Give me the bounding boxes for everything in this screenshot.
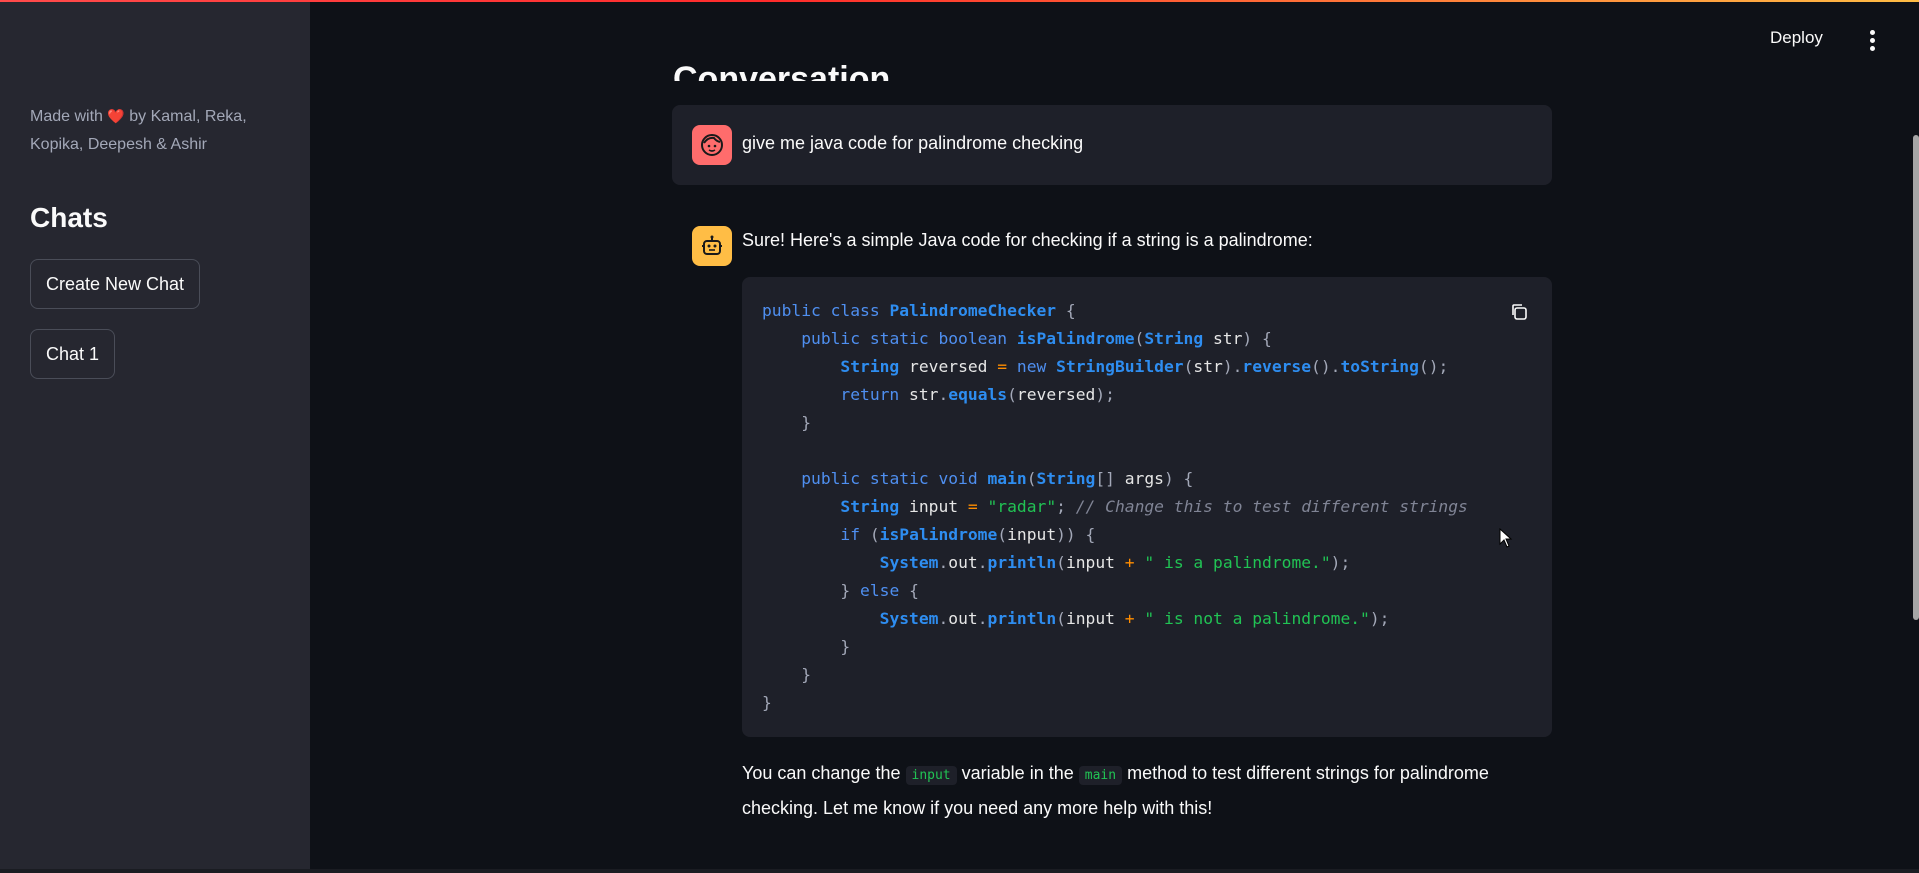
title-scroll-mask bbox=[620, 2, 1600, 60]
code-content: public class PalindromeChecker { public … bbox=[762, 301, 1468, 712]
code-block: public class PalindromeChecker { public … bbox=[742, 277, 1552, 737]
user-message-text: give me java code for palindrome checkin… bbox=[742, 133, 1084, 153]
bottom-border bbox=[0, 869, 1919, 873]
sidebar: Made with ❤️ by Kamal, Reka, Kopika, Dee… bbox=[0, 2, 310, 873]
user-message: give me java code for palindrome checkin… bbox=[672, 105, 1552, 185]
made-with-prefix: Made with bbox=[30, 108, 103, 125]
made-with-credits: Made with ❤️ by Kamal, Reka, Kopika, Dee… bbox=[30, 102, 290, 159]
outro-part-1: You can change the bbox=[742, 763, 901, 783]
inline-code-input: input bbox=[905, 766, 957, 785]
assistant-intro-text: Sure! Here's a simple Java code for chec… bbox=[742, 230, 1313, 250]
inline-code-main: main bbox=[1078, 766, 1123, 785]
assistant-outro-text: You can change the input variable in the… bbox=[742, 757, 1562, 825]
outro-part-2: variable in the bbox=[961, 763, 1074, 783]
user-face-icon bbox=[692, 125, 732, 165]
chat-1-button[interactable]: Chat 1 bbox=[30, 329, 116, 379]
robot-icon bbox=[692, 226, 732, 266]
copy-icon[interactable] bbox=[1509, 302, 1529, 322]
more-vert-icon[interactable] bbox=[1862, 30, 1882, 56]
vertical-scrollbar[interactable] bbox=[1913, 135, 1919, 620]
top-decoration-bar bbox=[0, 0, 1919, 2]
chats-heading: Chats bbox=[30, 202, 108, 233]
heart-icon: ❤️ bbox=[107, 108, 125, 124]
deploy-button[interactable]: Deploy bbox=[1770, 28, 1823, 48]
mouse-cursor-icon bbox=[1499, 528, 1513, 548]
create-new-chat-button[interactable]: Create New Chat bbox=[30, 259, 201, 309]
